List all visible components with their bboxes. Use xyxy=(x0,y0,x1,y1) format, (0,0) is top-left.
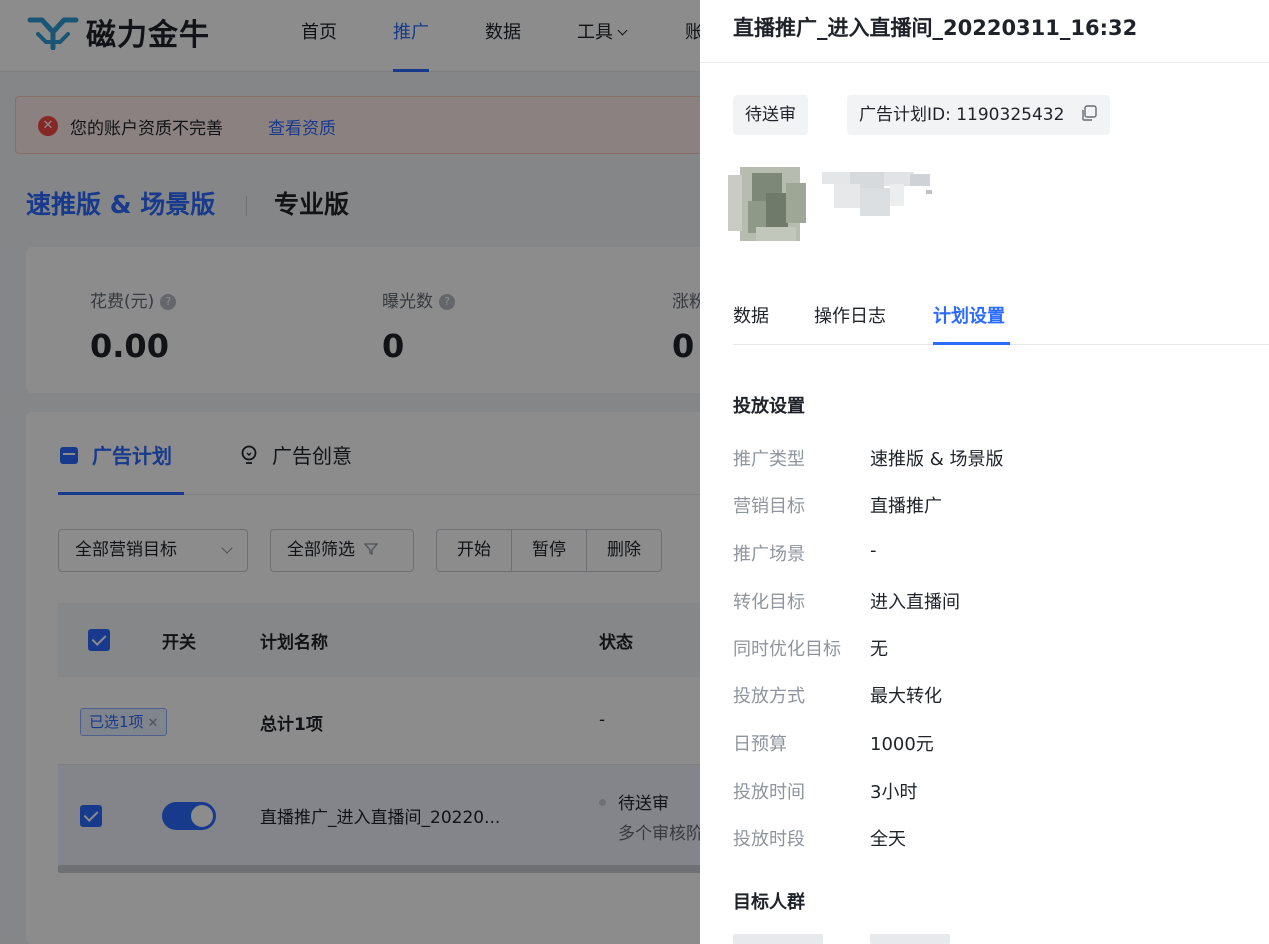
setting-key: 推广场景 xyxy=(733,544,805,565)
plan-id-tag: 广告计划ID: 1190325432 xyxy=(847,95,1110,135)
drawer-tab-plan-settings[interactable]: 计划设置 xyxy=(933,302,1005,328)
setting-key: 投放方式 xyxy=(733,686,805,707)
section-target-audience: 目标人群 xyxy=(733,892,805,913)
plan-id-text: 广告计划ID: 1190325432 xyxy=(859,105,1065,125)
setting-key: 营销目标 xyxy=(733,496,805,517)
drawer-title: 直播推广_进入直播间_20220311_16:32 xyxy=(733,16,1138,40)
setting-value: 3小时 xyxy=(870,782,918,803)
drawer-tab-operation-log[interactable]: 操作日志 xyxy=(814,302,886,328)
copy-icon[interactable] xyxy=(1080,104,1098,122)
setting-value: 速推版 & 场景版 xyxy=(870,449,1004,470)
drawer-tab-active-indicator xyxy=(933,342,1010,345)
setting-value: 进入直播间 xyxy=(870,592,960,613)
setting-key: 推广类型 xyxy=(733,449,805,470)
setting-value: 全天 xyxy=(870,829,906,850)
setting-key: 日预算 xyxy=(733,734,787,755)
setting-key: 同时优化目标 xyxy=(733,639,841,660)
setting-value: 无 xyxy=(870,639,888,660)
section-delivery-settings: 投放设置 xyxy=(733,396,805,417)
setting-value: 直播推广 xyxy=(870,496,942,517)
setting-key: 投放时间 xyxy=(733,782,805,803)
blurred-account-name xyxy=(822,172,932,216)
setting-key: 转化目标 xyxy=(733,592,805,613)
setting-value: 1000元 xyxy=(870,734,934,755)
status-badge: 待送审 xyxy=(733,95,808,135)
setting-key: 投放时段 xyxy=(733,829,805,850)
avatar xyxy=(726,163,812,245)
plan-detail-drawer: 直播推广_进入直播间_20220311_16:32 待送审 广告计划ID: 11… xyxy=(700,0,1269,944)
drawer-tab-data[interactable]: 数据 xyxy=(733,302,769,328)
setting-value: - xyxy=(870,540,877,561)
drawer-header-divider xyxy=(700,62,1269,63)
cut-off-setting-value xyxy=(870,934,950,944)
setting-value: 最大转化 xyxy=(870,686,942,707)
modal-overlay[interactable] xyxy=(0,0,700,944)
cut-off-setting-key xyxy=(733,934,823,944)
